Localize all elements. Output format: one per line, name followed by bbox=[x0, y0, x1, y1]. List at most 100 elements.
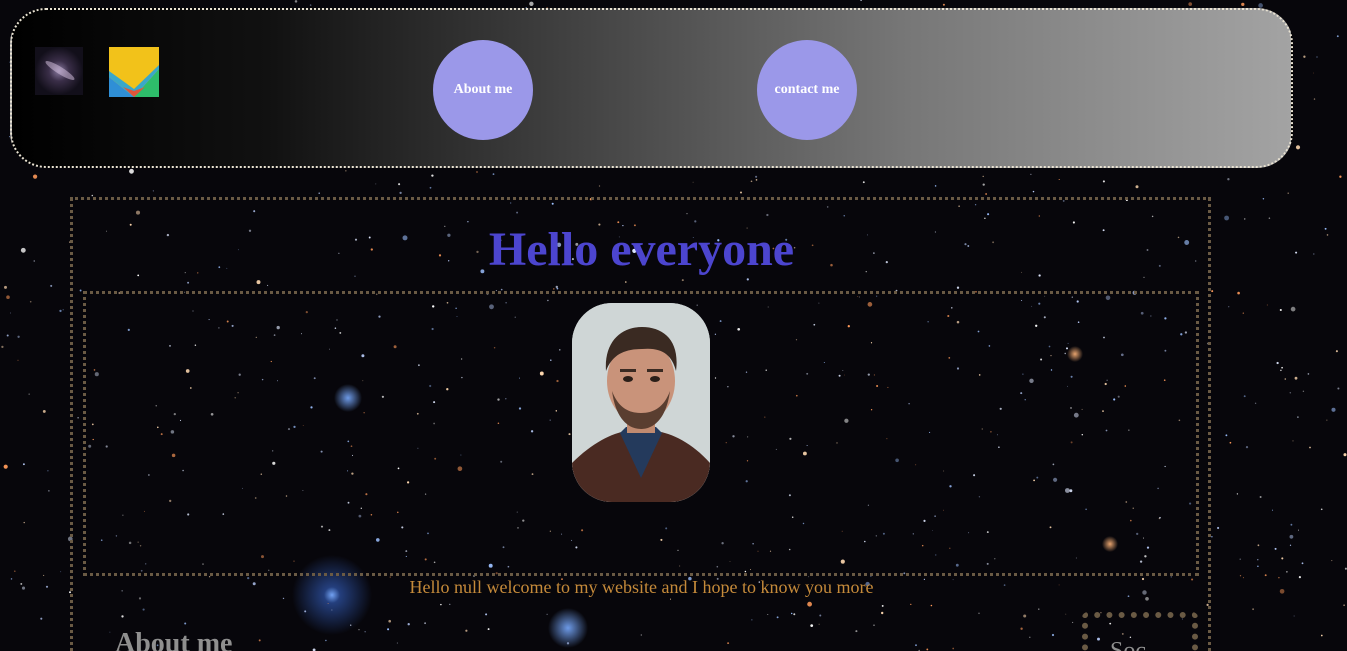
star bbox=[1313, 98, 1316, 100]
star bbox=[982, 183, 985, 186]
star bbox=[13, 570, 16, 573]
star bbox=[1224, 215, 1230, 221]
star bbox=[598, 185, 601, 187]
star bbox=[17, 359, 19, 361]
star bbox=[6, 295, 10, 299]
star bbox=[1320, 508, 1323, 511]
page-title: Hello everyone bbox=[488, 223, 795, 276]
star bbox=[1225, 434, 1228, 437]
star bbox=[1294, 376, 1298, 380]
star bbox=[375, 183, 377, 185]
star bbox=[4, 285, 7, 289]
avatar bbox=[572, 303, 710, 502]
star bbox=[47, 470, 49, 472]
star bbox=[692, 181, 694, 183]
star bbox=[1295, 251, 1298, 254]
star bbox=[50, 284, 53, 287]
star bbox=[1298, 576, 1301, 579]
star bbox=[28, 393, 30, 395]
star bbox=[1339, 175, 1342, 178]
star bbox=[862, 181, 865, 184]
star bbox=[1343, 604, 1345, 607]
star bbox=[1135, 185, 1139, 189]
star bbox=[1030, 173, 1032, 175]
star bbox=[3, 464, 8, 469]
star bbox=[1324, 227, 1327, 230]
star bbox=[62, 309, 64, 311]
star bbox=[1279, 308, 1282, 312]
star bbox=[1297, 416, 1299, 418]
star bbox=[1032, 190, 1035, 193]
star bbox=[755, 179, 758, 181]
star bbox=[152, 190, 154, 192]
star bbox=[1252, 608, 1254, 611]
star bbox=[934, 185, 937, 187]
about-me-button[interactable]: About me bbox=[433, 40, 533, 140]
star bbox=[1289, 392, 1292, 394]
star bbox=[1298, 529, 1299, 531]
star bbox=[860, 0, 863, 1]
star bbox=[1320, 634, 1323, 637]
star bbox=[1301, 562, 1304, 565]
star bbox=[1331, 407, 1336, 412]
star bbox=[10, 312, 12, 314]
star bbox=[1274, 547, 1277, 550]
star bbox=[29, 300, 32, 303]
star bbox=[1257, 565, 1259, 567]
star bbox=[318, 192, 320, 194]
star bbox=[429, 186, 432, 189]
star bbox=[1316, 56, 1318, 58]
profile-photo bbox=[572, 303, 710, 502]
star bbox=[1266, 304, 1268, 306]
star bbox=[1309, 446, 1311, 449]
star bbox=[1284, 378, 1287, 380]
star bbox=[1289, 534, 1294, 539]
star bbox=[1313, 72, 1315, 74]
galaxy-icon[interactable] bbox=[35, 47, 83, 95]
star bbox=[398, 183, 401, 186]
star bbox=[23, 521, 25, 524]
welcome-message: Hello null welcome to my website and I h… bbox=[409, 577, 874, 597]
star bbox=[982, 175, 984, 178]
star bbox=[1241, 2, 1245, 7]
star bbox=[32, 174, 38, 179]
star bbox=[1, 345, 4, 349]
star bbox=[1276, 361, 1279, 365]
star bbox=[1337, 387, 1340, 390]
star bbox=[1313, 253, 1315, 255]
star bbox=[1295, 145, 1301, 150]
star bbox=[399, 191, 402, 195]
star bbox=[1257, 559, 1259, 561]
star bbox=[309, 4, 312, 6]
contact-me-button[interactable]: contact me bbox=[757, 40, 857, 140]
star bbox=[1211, 290, 1214, 293]
star bbox=[1228, 306, 1230, 308]
star bbox=[22, 463, 25, 466]
star bbox=[60, 571, 62, 573]
star bbox=[1245, 445, 1249, 449]
star bbox=[42, 409, 46, 413]
star bbox=[1217, 526, 1220, 530]
star bbox=[750, 180, 753, 183]
star bbox=[1326, 419, 1328, 421]
star bbox=[1244, 218, 1246, 220]
star bbox=[529, 1, 534, 6]
star bbox=[1331, 560, 1333, 562]
star bbox=[755, 175, 758, 178]
star bbox=[1293, 615, 1295, 617]
star bbox=[985, 193, 987, 195]
star bbox=[48, 490, 50, 492]
star bbox=[1254, 402, 1257, 404]
star bbox=[1236, 493, 1239, 495]
star bbox=[1289, 544, 1292, 546]
star bbox=[6, 334, 9, 337]
star bbox=[1259, 496, 1262, 498]
star bbox=[1343, 453, 1347, 457]
star bbox=[1268, 217, 1271, 219]
star bbox=[129, 168, 134, 174]
app-logo-icon[interactable] bbox=[109, 47, 159, 97]
star bbox=[345, 170, 347, 172]
star bbox=[1302, 390, 1305, 392]
star bbox=[1290, 306, 1296, 312]
star bbox=[1257, 544, 1260, 547]
